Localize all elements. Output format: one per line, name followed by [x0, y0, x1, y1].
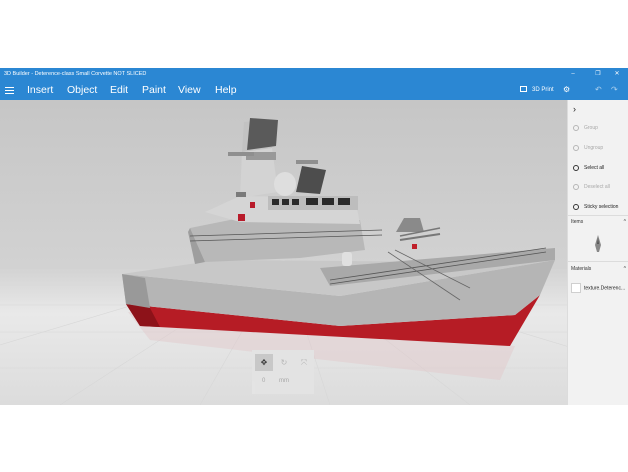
scale-icon[interactable]: ⤧: [295, 354, 313, 371]
ungroup-button[interactable]: Ungroup: [573, 143, 603, 153]
menu-help[interactable]: Help: [215, 80, 237, 100]
ship-thumbnail[interactable]: [593, 235, 603, 253]
selection-panel: › Group Ungroup Select all Deselect all …: [567, 100, 628, 405]
deselect-all-label: Deselect all: [584, 184, 610, 190]
collapse-panel-chevron-icon[interactable]: ›: [573, 104, 576, 114]
select-all-icon: [573, 164, 579, 171]
group-label: Group: [584, 125, 598, 131]
select-all-button[interactable]: Select all: [573, 163, 604, 173]
items-header[interactable]: Items ^: [571, 219, 626, 225]
divider: [568, 261, 628, 262]
group-icon: [573, 124, 579, 131]
app-window: 3D Builder - Deterence-class Small Corve…: [0, 68, 628, 405]
group-button[interactable]: Group: [573, 123, 598, 133]
window-title: 3D Builder - Deterence-class Small Corve…: [4, 71, 147, 77]
sticky-selection-button[interactable]: Sticky selection: [573, 202, 618, 212]
divider: [568, 215, 628, 216]
materials-header[interactable]: Materials ^: [571, 266, 626, 272]
sticky-selection-icon: [573, 203, 579, 210]
minimize-button[interactable]: –: [562, 68, 584, 80]
close-button[interactable]: ✕: [606, 68, 628, 80]
sticky-selection-label: Sticky selection: [584, 204, 619, 210]
items-title: Items: [571, 219, 584, 225]
rotate-icon[interactable]: ↻: [275, 354, 293, 371]
3d-print-label: 3D Print: [532, 87, 554, 93]
menu-edit[interactable]: Edit: [110, 80, 128, 100]
materials-title: Materials: [571, 266, 592, 272]
3d-print-button[interactable]: 3D Print: [520, 80, 554, 100]
deselect-all-icon: [573, 183, 579, 190]
ungroup-icon: [573, 144, 579, 151]
menu-object[interactable]: Object: [67, 80, 97, 100]
transform-toolbar: ✥ ↻ ⤧ 0 mm: [252, 350, 314, 394]
material-item[interactable]: texture.Deterenc...: [571, 283, 625, 293]
undo-icon[interactable]: ↶: [595, 86, 602, 94]
chevron-up-icon[interactable]: ^: [624, 219, 626, 225]
menu-paint[interactable]: Paint: [142, 80, 166, 100]
offset-value[interactable]: 0: [262, 378, 265, 384]
redo-icon[interactable]: ↷: [611, 86, 618, 94]
chevron-up-icon[interactable]: ^: [624, 266, 626, 272]
move-icon[interactable]: ✥: [255, 354, 273, 371]
title-bar: 3D Builder - Deterence-class Small Corve…: [0, 68, 628, 80]
printer-icon: [520, 86, 527, 93]
menu-view[interactable]: View: [178, 80, 201, 100]
material-swatch: [571, 283, 581, 293]
hamburger-icon[interactable]: [5, 85, 14, 95]
material-label: texture.Deterenc...: [584, 285, 626, 292]
offset-unit: mm: [279, 378, 289, 384]
ungroup-label: Ungroup: [584, 145, 604, 151]
deselect-all-button[interactable]: Deselect all: [573, 182, 610, 192]
menu-bar: Insert Object Edit Paint View Help 3D Pr…: [0, 80, 628, 100]
menu-insert[interactable]: Insert: [27, 80, 53, 100]
settings-icon[interactable]: ⚙: [563, 86, 570, 94]
select-all-label: Select all: [584, 165, 605, 171]
